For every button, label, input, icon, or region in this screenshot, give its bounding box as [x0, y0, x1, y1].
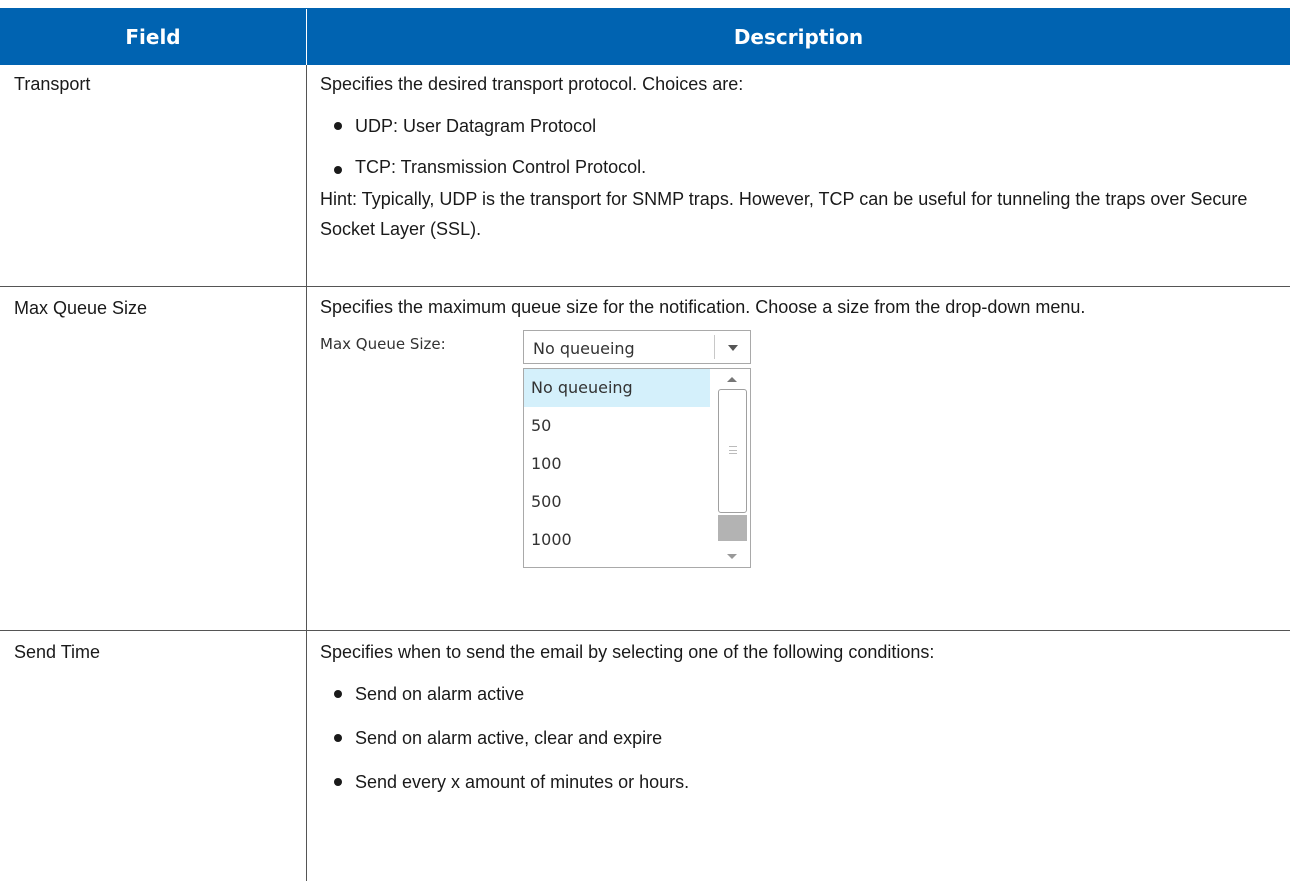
field-name: Transport [0, 65, 307, 286]
bullet-list: Send on alarm active Send on alarm activ… [320, 672, 1290, 804]
bullet-icon [334, 122, 342, 130]
option-100[interactable]: 100 [524, 445, 710, 483]
list-item: TCP: Transmission Control Protocol. [320, 148, 1290, 184]
description-text: Specifies the desired transport protocol… [320, 74, 744, 94]
table-row: Max Queue Size Specifies the maximum que… [0, 287, 1290, 631]
field-description: Specifies the maximum queue size for the… [307, 287, 1290, 630]
bullet-text: TCP: Transmission Control Protocol. [355, 157, 647, 177]
list-item: Send every x amount of minutes or hours. [320, 760, 1290, 804]
option-500[interactable]: 500 [524, 483, 710, 521]
list-item: UDP: User Datagram Protocol [320, 104, 1290, 148]
chevron-down-icon[interactable] [728, 345, 738, 351]
field-description: Specifies the desired transport protocol… [307, 65, 1290, 286]
table-row: Send Time Specifies when to send the ema… [0, 631, 1290, 881]
option-50[interactable]: 50 [524, 407, 710, 445]
scrollbar-thumb[interactable] [718, 389, 747, 513]
bullet-icon [334, 734, 342, 742]
selected-value: No queueing [533, 339, 635, 358]
header-description: Description [733, 25, 864, 49]
bullet-text: Send every x amount of minutes or hours. [355, 772, 690, 792]
option-no-queueing[interactable]: No queueing [524, 369, 710, 407]
bullet-text: Send on alarm active, clear and expire [355, 728, 663, 748]
list-item: Send on alarm active, clear and expire [320, 716, 1290, 760]
bullet-icon [334, 778, 342, 786]
field-description-table: Field Description Transport Specifies th… [0, 8, 1290, 881]
queue-size-select[interactable]: No queueing [523, 330, 751, 364]
queue-size-widget: Max Queue Size: No queueing No queueing … [320, 330, 1290, 576]
queue-size-options: No queueing 50 100 500 1000 [523, 368, 751, 568]
list-item: Send on alarm active [320, 672, 1290, 716]
bullet-list: UDP: User Datagram Protocol TCP: Transmi… [320, 104, 1290, 184]
description-text: Specifies the maximum queue size for the… [320, 297, 1086, 317]
scrollbar-track[interactable] [718, 515, 747, 541]
header-field: Field [0, 9, 307, 65]
option-1000[interactable]: 1000 [524, 521, 710, 559]
bullet-text: Send on alarm active [355, 684, 525, 704]
hint-text: Hint: Typically, UDP is the transport fo… [320, 189, 1248, 239]
table-row: Transport Specifies the desired transpor… [0, 65, 1290, 287]
field-name: Max Queue Size [0, 287, 307, 630]
table-header: Field Description [0, 8, 1290, 65]
dropdown-scrollbar[interactable] [716, 369, 749, 567]
bullet-icon [334, 690, 342, 698]
bullet-icon [334, 166, 342, 174]
bullet-text: UDP: User Datagram Protocol [355, 116, 597, 136]
description-text: Specifies when to send the email by sele… [320, 642, 935, 662]
select-divider [714, 335, 715, 359]
field-name: Send Time [0, 631, 307, 881]
field-description: Specifies when to send the email by sele… [307, 631, 1290, 881]
scroll-up-icon[interactable] [727, 377, 737, 382]
queue-size-label: Max Queue Size: [320, 335, 446, 353]
grip-icon [729, 446, 737, 454]
scroll-down-icon[interactable] [727, 554, 737, 559]
